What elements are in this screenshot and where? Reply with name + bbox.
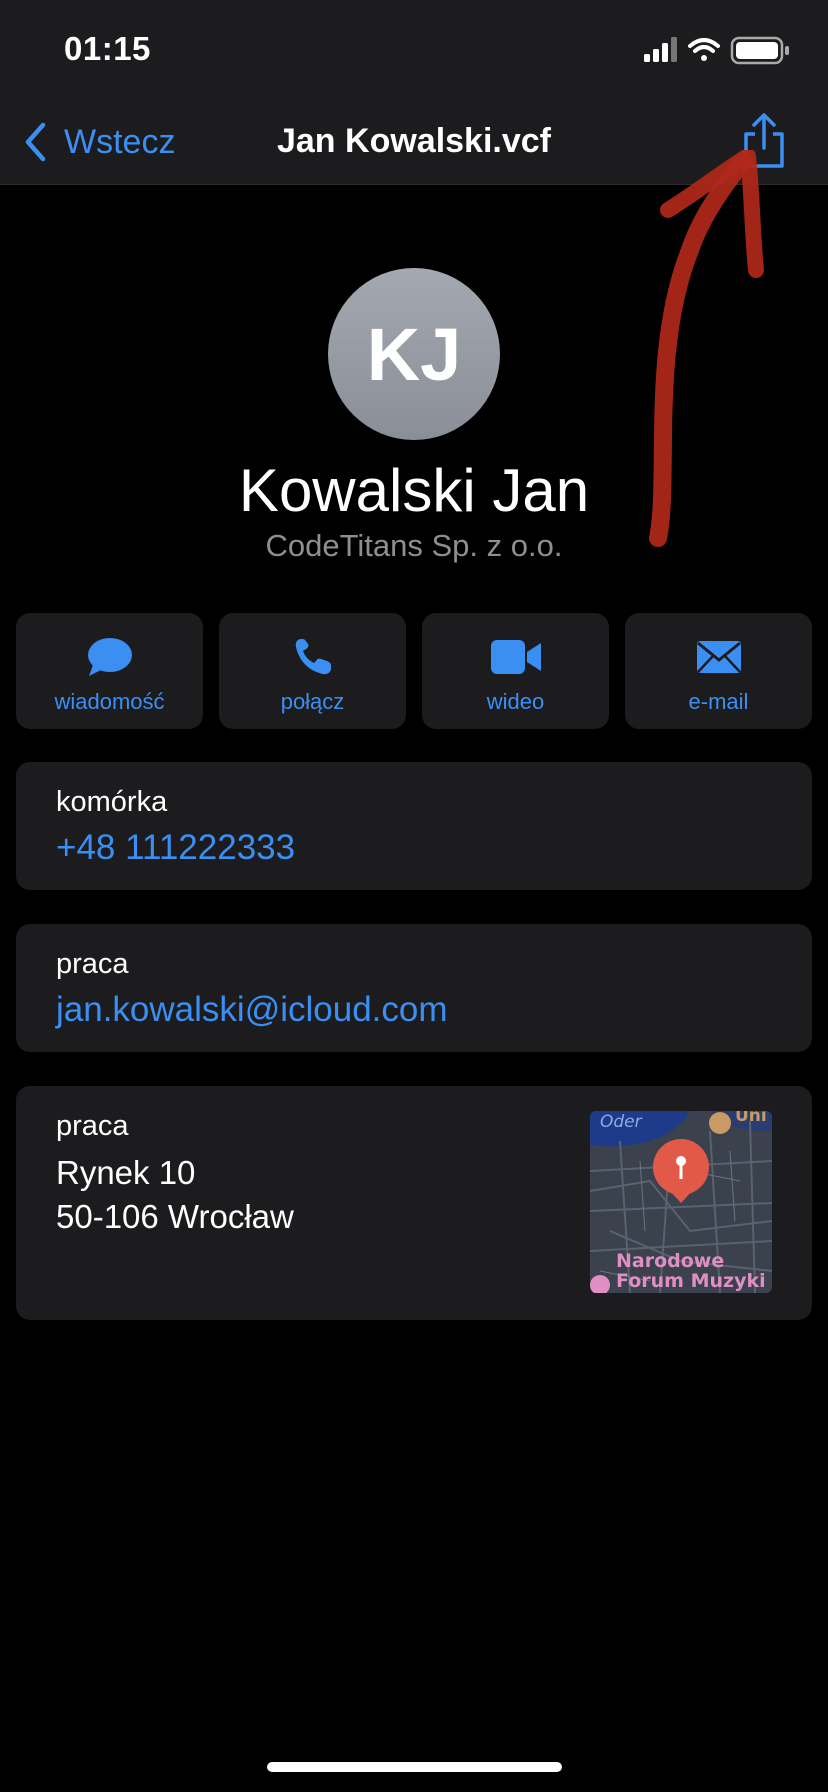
cellular-signal-icon (644, 37, 677, 62)
message-bubble-icon (87, 638, 132, 676)
phone-card: komórka +48 111222333 (16, 762, 812, 890)
status-bar: 01:15 (0, 0, 828, 100)
video-label: wideo (486, 689, 545, 714)
map-river-label: Oder (600, 1112, 643, 1132)
email-label: e-mail (688, 689, 749, 714)
address-field-label: praca (56, 1110, 129, 1142)
map-thumbnail[interactable]: Oder Uni Wro Narodowe Forum Muzyki (590, 1111, 772, 1293)
wifi-icon (688, 38, 720, 61)
phone-field-label: komórka (56, 786, 168, 818)
video-button[interactable]: wideo (422, 613, 609, 729)
email-address-link[interactable]: jan.kowalski@icloud.com (56, 990, 448, 1030)
battery-icon (730, 36, 789, 65)
address-street: Rynek 10 (56, 1154, 196, 1191)
email-field-label: praca (56, 948, 129, 980)
avatar: KJ (328, 268, 500, 440)
phone-icon (295, 639, 331, 675)
message-label: wiadomość (54, 689, 165, 714)
call-label: połącz (280, 689, 345, 714)
company-name: CodeTitans Sp. z o.o. (265, 528, 563, 563)
email-card: praca jan.kowalski@icloud.com (16, 924, 812, 1052)
address-city: 50-106 Wrocław (56, 1198, 294, 1235)
address-card[interactable]: praca Rynek 10 50-106 Wrocław Oder Uni W… (16, 1086, 812, 1320)
status-time: 01:15 (64, 30, 151, 67)
email-button[interactable]: e-mail (625, 613, 812, 729)
map-top-right-label: Uni Wro (735, 1111, 772, 1126)
envelope-icon (696, 641, 741, 673)
map-poi-label-2: Forum Muzyki (616, 1270, 766, 1292)
video-camera-icon (490, 640, 541, 674)
call-button[interactable]: połącz (219, 613, 406, 729)
home-indicator[interactable] (267, 1762, 562, 1772)
status-icons (644, 36, 794, 66)
quick-actions: wiadomość połącz wideo e-mail (16, 613, 812, 729)
message-button[interactable]: wiadomość (16, 613, 203, 729)
contact-name: Kowalski Jan (238, 457, 590, 524)
phone-number-link[interactable]: +48 111222333 (56, 828, 295, 868)
map-poi-label-1: Narodowe (616, 1250, 724, 1272)
